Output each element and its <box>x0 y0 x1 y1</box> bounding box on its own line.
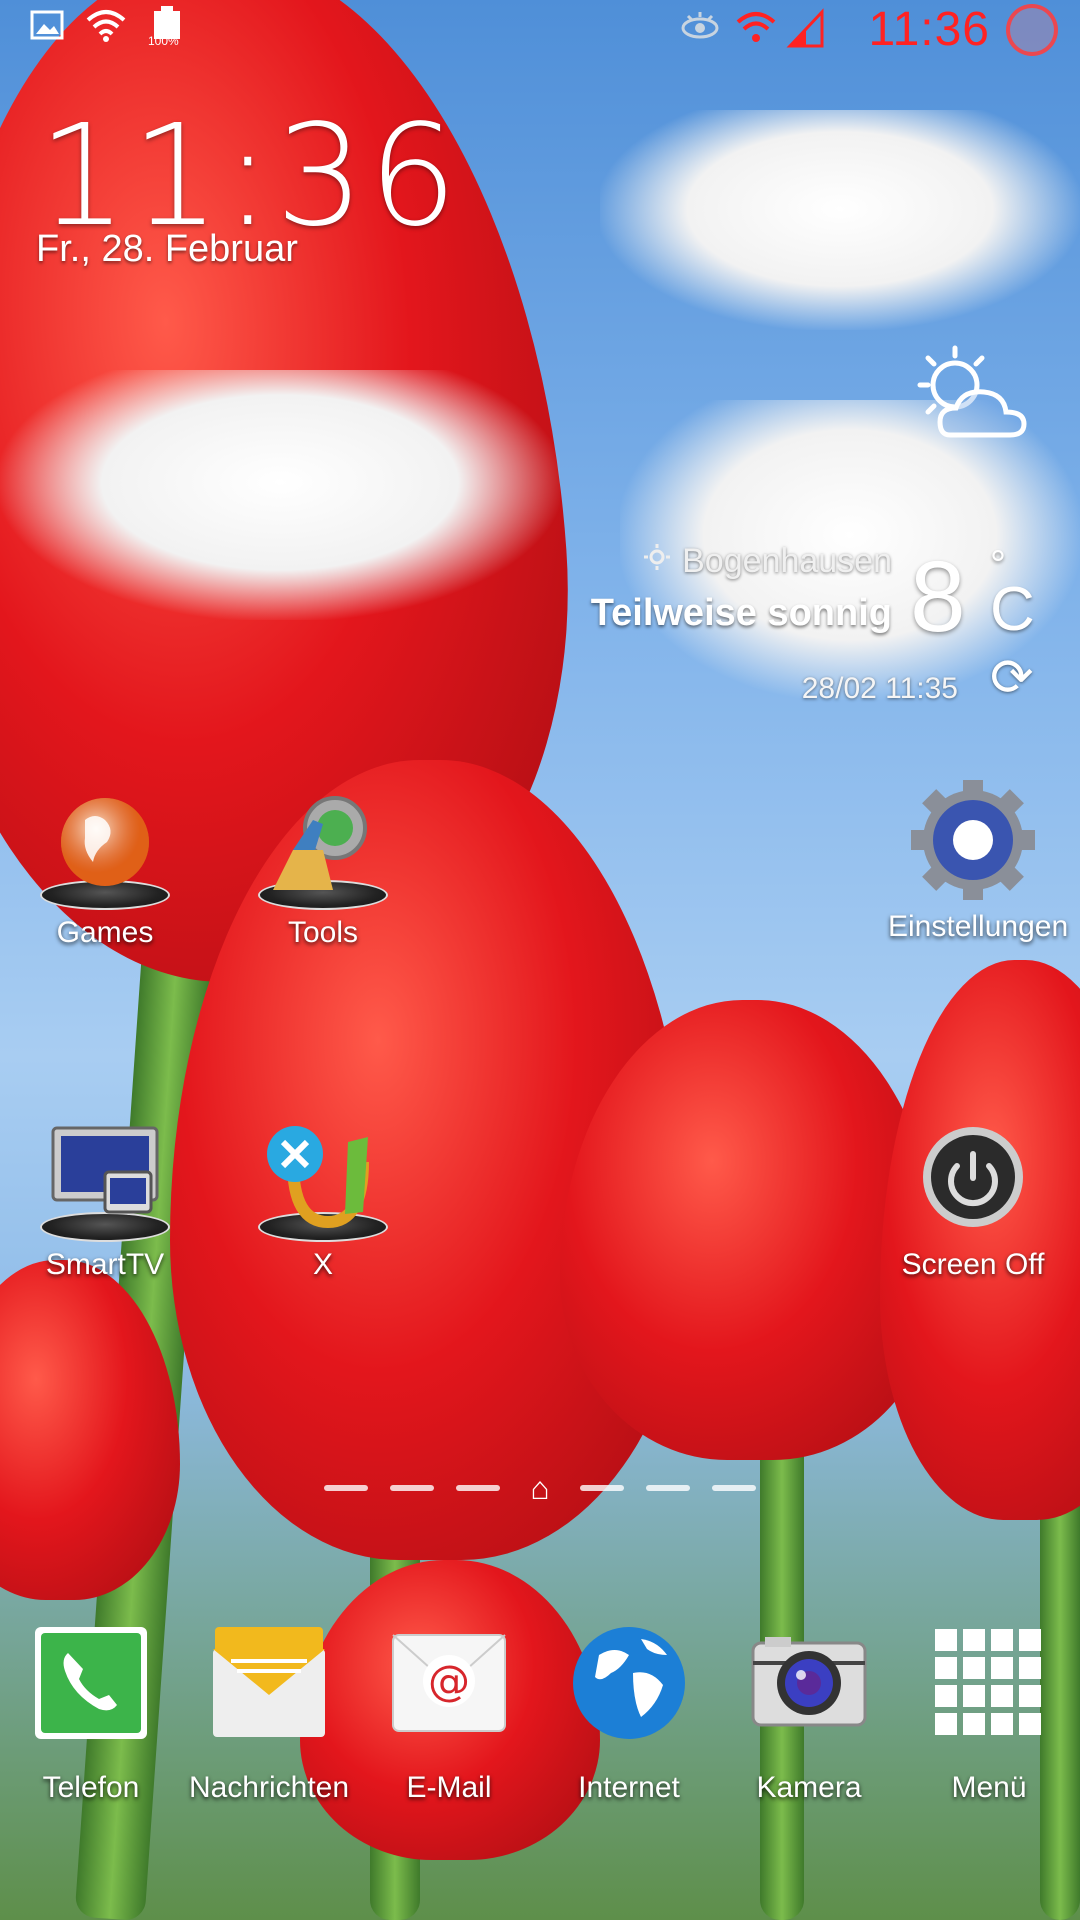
wifi-icon <box>84 8 128 53</box>
dock-internet-label: Internet <box>578 1771 680 1804</box>
app-x[interactable]: X <box>238 1122 408 1282</box>
wifi-signal-icon <box>734 8 778 57</box>
camera-icon <box>751 1625 867 1741</box>
app-x-label: X <box>312 1248 333 1281</box>
dock-kamera-label: Kamera <box>756 1771 862 1804</box>
dock-email-label: E-Mail <box>406 1771 492 1804</box>
location-sun-icon <box>642 542 672 581</box>
cloud <box>0 370 560 620</box>
dock-internet[interactable]: Internet <box>544 1625 714 1805</box>
smart-stay-eye-icon <box>680 8 720 51</box>
dock-telefon-label: Telefon <box>42 1771 140 1804</box>
x-app-icon <box>253 1122 393 1242</box>
weather-condition: Teilweise sonnig <box>590 592 892 634</box>
page-dot[interactable] <box>580 1485 624 1491</box>
clock-widget-date[interactable]: Fr., 28. Februar <box>36 228 298 271</box>
app-tools[interactable]: Tools <box>238 790 408 950</box>
app-games[interactable]: Games <box>20 790 190 950</box>
weather-location-label: Bogenhausen <box>682 542 892 580</box>
status-bar[interactable]: 100% 11:36 <box>0 0 1080 60</box>
app-games-label: Games <box>56 916 154 949</box>
partly-sunny-icon[interactable] <box>900 340 1040 450</box>
dock-telefon[interactable]: Telefon <box>6 1625 176 1805</box>
app-smarttv-label: SmartTV <box>45 1248 165 1281</box>
page-dot[interactable] <box>324 1485 368 1491</box>
app-smarttv[interactable]: SmartTV <box>20 1122 190 1282</box>
app-screen-off[interactable]: Screen Off <box>888 1122 1058 1282</box>
app-einstellungen-label: Einstellungen <box>888 910 1069 943</box>
dock-email[interactable]: @ E-Mail <box>364 1625 534 1805</box>
internet-globe-icon <box>571 1625 687 1741</box>
settings-gear-icon <box>903 780 1043 900</box>
refresh-icon[interactable]: ⟳ <box>990 648 1034 708</box>
dock-kamera[interactable]: Kamera <box>724 1625 894 1805</box>
cell-signal-icon <box>786 8 826 57</box>
page-dot[interactable] <box>456 1485 500 1491</box>
cloud <box>600 110 1080 330</box>
power-icon <box>903 1122 1043 1242</box>
dock-nachrichten[interactable]: Nachrichten <box>184 1625 354 1805</box>
notification-indicator-icon <box>1006 4 1058 56</box>
dock-menu[interactable]: Menü <box>904 1625 1074 1805</box>
gallery-notification-icon <box>30 8 64 51</box>
messages-icon <box>211 1625 327 1741</box>
globe-icon <box>35 790 175 910</box>
weather-temperature: 8 <box>910 541 966 653</box>
battery-level-text: 100% <box>148 34 179 48</box>
page-dot[interactable] <box>646 1485 690 1491</box>
app-einstellungen[interactable]: Einstellungen <box>888 780 1069 944</box>
battery-icon <box>150 6 184 57</box>
page-dot[interactable] <box>712 1485 756 1491</box>
svg-text:@: @ <box>428 1656 470 1705</box>
weather-temperature-unit: ° C <box>990 545 1035 641</box>
weather-location[interactable]: Bogenhausen <box>642 542 892 581</box>
home-icon[interactable]: ⌂ <box>522 1470 558 1506</box>
page-indicator[interactable]: ⌂ <box>0 1470 1080 1506</box>
phone-icon <box>33 1625 149 1741</box>
app-drawer-icon <box>931 1625 1047 1741</box>
weather-updated-time: 28/02 11:35 <box>801 672 958 705</box>
samsung-smarttv-icon <box>35 1122 175 1242</box>
page-dot[interactable] <box>390 1485 434 1491</box>
dock-nachrichten-label: Nachrichten <box>188 1771 350 1804</box>
status-bar-time: 11:36 <box>868 3 990 56</box>
app-tools-label: Tools <box>287 916 359 949</box>
dock-menu-label: Menü <box>951 1771 1027 1804</box>
app-screen-off-label: Screen Off <box>901 1248 1045 1281</box>
clean-master-broom-icon <box>253 790 393 910</box>
email-icon: @ <box>391 1625 507 1741</box>
weather-unit-label: C <box>990 575 1035 644</box>
